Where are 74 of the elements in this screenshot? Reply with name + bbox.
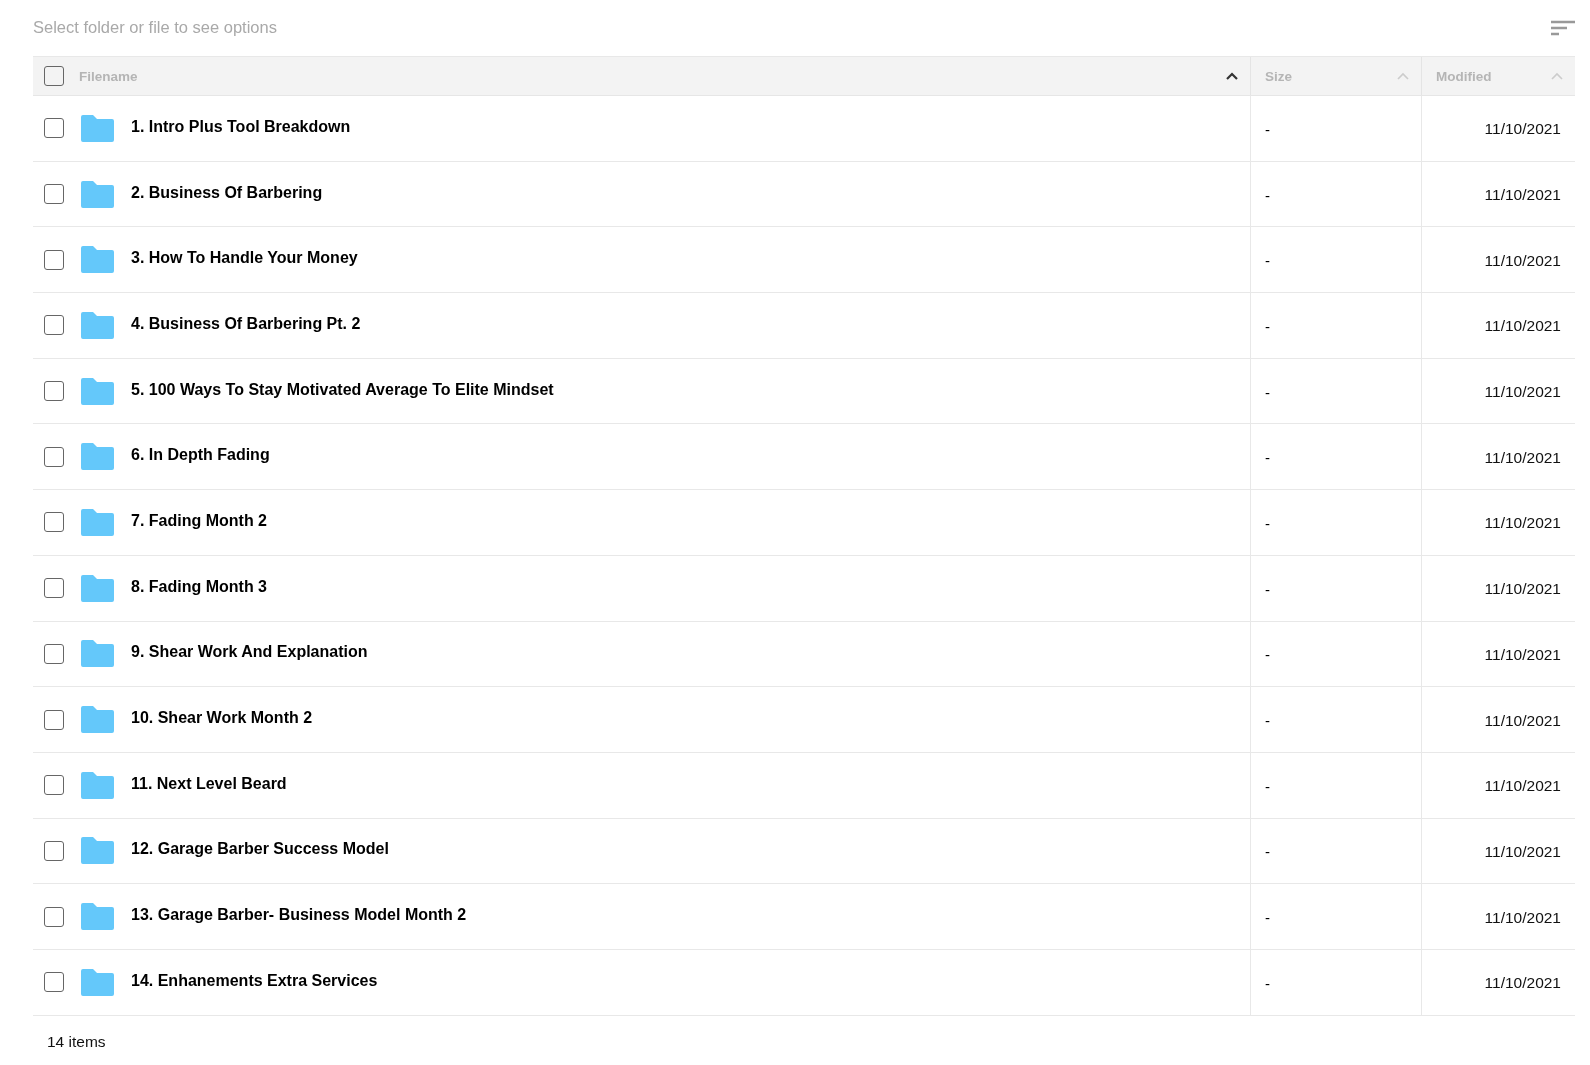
folder-icon [81,377,114,405]
folder-name[interactable]: 6. In Depth Fading [131,446,270,465]
size-cell: - [1265,843,1270,861]
size-cell: - [1265,974,1270,992]
size-cell: - [1265,514,1270,532]
checkbox[interactable] [44,775,64,796]
modified-date: 11/10/2021 [1484,580,1561,599]
modified-date: 11/10/2021 [1484,383,1561,402]
checkbox[interactable] [44,315,64,336]
size-cell: - [1265,580,1270,598]
folder-name[interactable]: 3. How To Handle Your Money [131,249,358,268]
modified-date: 11/10/2021 [1484,186,1561,205]
folder-name[interactable]: 8. Fading Month 3 [131,577,267,596]
folder-icon [81,968,114,996]
folder-name[interactable]: 7. Fading Month 2 [131,511,267,530]
size-cell: - [1265,646,1270,664]
modified-date: 11/10/2021 [1484,514,1561,533]
folder-icon [81,114,114,142]
checkbox[interactable] [44,709,64,730]
checkbox[interactable] [44,906,64,927]
size-cell: - [1265,777,1270,795]
folder-icon [81,771,114,799]
checkbox[interactable] [44,972,64,993]
folder-icon [81,508,114,536]
checkbox[interactable] [44,381,64,402]
modified-date: 11/10/2021 [1484,908,1561,927]
checkbox[interactable] [44,118,64,139]
checkbox[interactable] [44,643,64,664]
modified-date: 11/10/2021 [1484,645,1561,664]
modified-date: 11/10/2021 [1484,711,1561,730]
size-cell: - [1265,317,1270,335]
modified-date: 11/10/2021 [1484,777,1561,796]
checkbox[interactable] [44,512,64,533]
folder-icon [81,443,114,471]
folder-icon [81,903,114,931]
folder-name[interactable]: 1. Intro Plus Tool Breakdown [131,117,351,136]
folder-icon [81,640,114,668]
folder-name[interactable]: 13. Garage Barber- Business Model Month 2 [131,906,467,925]
size-cell: - [1265,449,1270,467]
folder-name[interactable]: 5. 100 Ways To Stay Motivated Average To Elite Mindset [131,380,554,399]
size-cell: - [1265,252,1270,270]
folder-name[interactable]: 10. Shear Work Month 2 [131,709,313,728]
checkbox[interactable] [44,184,64,205]
folder-name[interactable]: 9. Shear Work And Explanation [131,643,368,662]
folder-name[interactable]: 2. Business Of Barbering [131,183,323,202]
folder-name[interactable]: 11. Next Level Beard [131,774,287,793]
size-cell: - [1265,186,1270,204]
folder-icon [81,837,114,865]
checkbox[interactable] [44,840,64,861]
checkbox[interactable] [44,249,64,270]
size-cell: - [1265,909,1270,927]
checkbox[interactable] [44,66,64,86]
sort-menu-icon[interactable] [1551,20,1575,36]
modified-date: 11/10/2021 [1484,317,1561,336]
item-count: 14 items [47,1032,106,1050]
modified-date: 11/10/2021 [1484,120,1561,139]
checkbox[interactable] [44,446,64,467]
folder-name[interactable]: 4. Business Of Barbering Pt. 2 [131,314,361,333]
modified-date: 11/10/2021 [1484,842,1561,861]
folder-name[interactable]: 14. Enhanements Extra Services [131,971,378,990]
modified-date: 11/10/2021 [1484,448,1561,467]
size-cell: - [1265,383,1270,401]
checkbox[interactable] [44,578,64,599]
size-cell: - [1265,120,1270,138]
folder-icon [81,246,114,274]
folder-icon [81,574,114,602]
toolbar-hint: Select folder or file to see options [33,17,277,37]
folder-name[interactable]: 12. Garage Barber Success Model [131,840,389,859]
size-cell: - [1265,712,1270,730]
modified-date: 11/10/2021 [1484,251,1561,270]
folder-icon [81,706,114,734]
modified-date: 11/10/2021 [1484,974,1561,993]
folder-icon [81,311,114,339]
folder-icon [81,180,114,208]
